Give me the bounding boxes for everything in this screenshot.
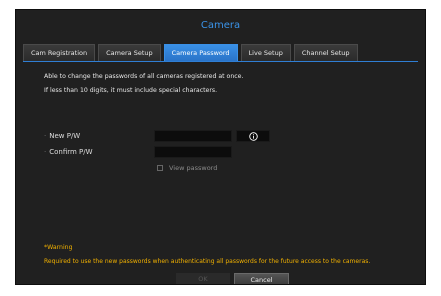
cancel-button[interactable]: Cancel [234,273,289,284]
confirm-pw-input[interactable] [154,146,232,158]
ok-button[interactable]: OK [176,273,230,284]
info-icon [248,131,258,141]
tab-camera-password[interactable]: Camera Password [163,44,238,61]
tab-live-setup[interactable]: Live Setup [240,44,291,61]
tab-underline [23,61,418,62]
description: Able to change the passwords of all came… [44,70,243,98]
tab-bar: Cam Registration Camera Setup Camera Pas… [23,44,358,61]
bullet-icon: · [44,132,47,140]
confirm-pw-label-text: Confirm P/W [49,148,93,156]
description-line-2: If less than 10 digits, it must include … [44,87,218,94]
confirm-pw-label: · Confirm P/W [44,146,93,158]
new-pw-input[interactable] [154,130,232,142]
warning-title: *Warning [44,244,73,251]
view-password-label: View password [169,164,218,172]
warning-text: Required to use the new passwords when a… [44,258,371,265]
view-password-checkbox[interactable] [157,165,163,171]
view-password-toggle[interactable]: View password [157,163,217,173]
info-button[interactable] [236,130,270,142]
dialog-title: Camera [200,20,241,31]
description-line-1: Able to change the passwords of all came… [44,73,244,80]
camera-dialog: Camera Cam Registration Camera Setup Cam… [15,9,426,285]
new-pw-label: · New P/W [44,130,80,142]
tab-channel-setup[interactable]: Channel Setup [293,44,358,61]
tab-camera-setup[interactable]: Camera Setup [98,44,161,61]
bullet-icon: · [44,148,47,156]
tab-cam-registration[interactable]: Cam Registration [23,44,96,61]
new-pw-label-text: New P/W [49,132,81,140]
